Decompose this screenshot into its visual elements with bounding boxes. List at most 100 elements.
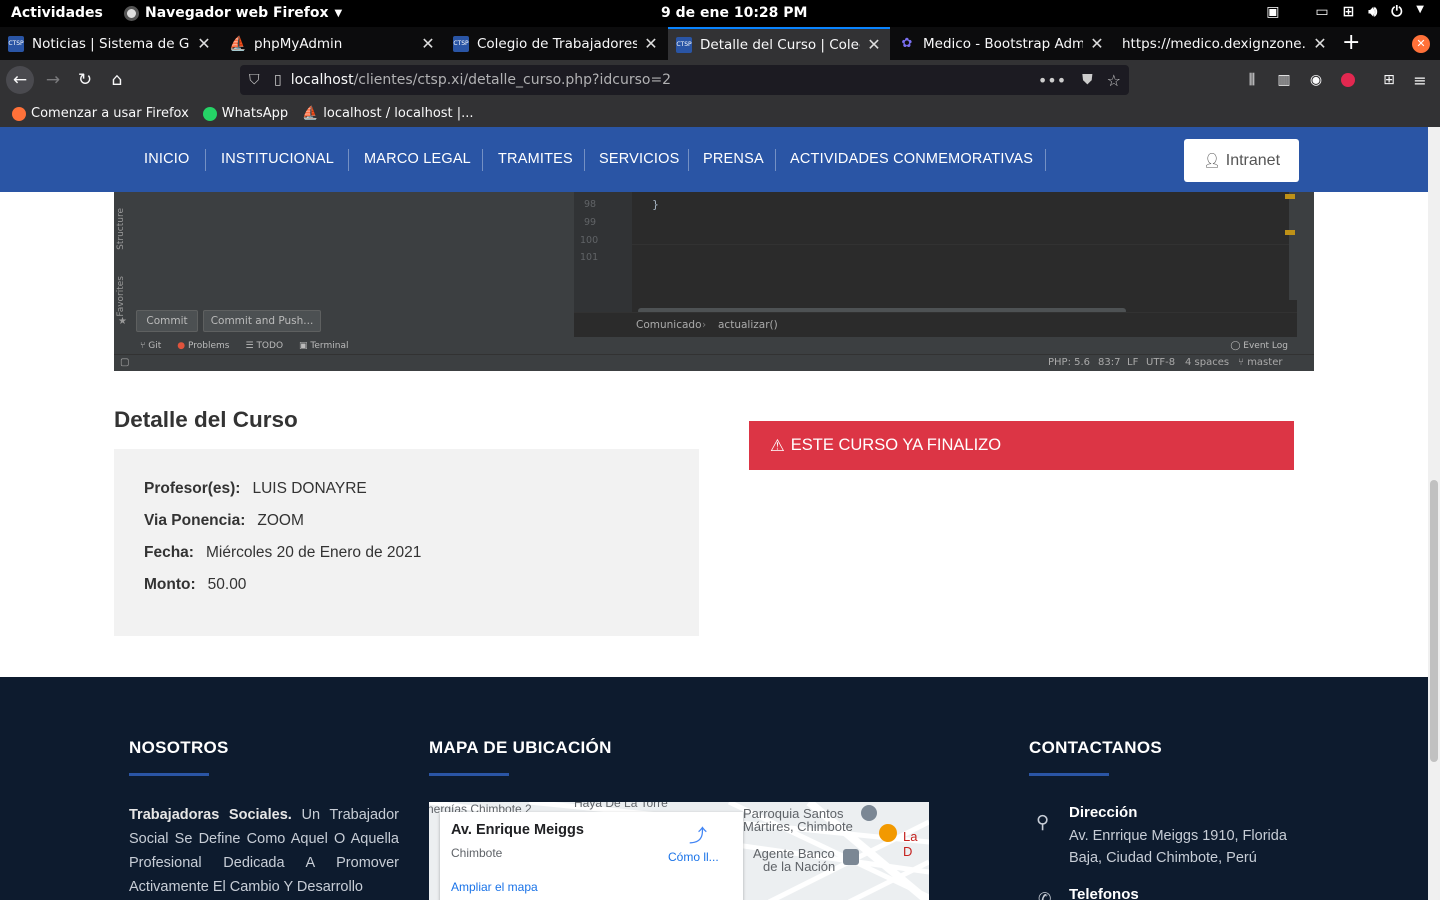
field-value: ZOOM xyxy=(257,512,304,529)
dexignzone-favicon-icon: ✿ xyxy=(901,36,913,51)
new-tab-icon[interactable]: + xyxy=(1342,30,1360,55)
ide-tool-terminal: ▣ Terminal xyxy=(299,340,349,351)
restaurant-icon xyxy=(879,824,897,842)
more-actions-icon[interactable]: ••• xyxy=(1038,71,1066,90)
close-icon[interactable]: ✕ xyxy=(866,35,882,54)
tab-medico-url[interactable]: https://medico.dexignzone.co ✕ xyxy=(1114,27,1336,60)
course-finished-alert: ⚠ ESTE CURSO YA FINALIZO xyxy=(749,421,1294,470)
ide-code-brace: } xyxy=(652,198,659,211)
nav-prensa[interactable]: PRENSA xyxy=(703,151,764,167)
network-icon: ⊞ xyxy=(1342,4,1355,20)
intranet-label: Intranet xyxy=(1225,151,1281,169)
map-place-city: Chimbote xyxy=(451,846,503,860)
reload-icon[interactable]: ↻ xyxy=(71,66,99,94)
bookmark-star-icon[interactable]: ☆ xyxy=(1107,71,1121,90)
ide-tool-todo: ☰ TODO xyxy=(245,340,284,351)
whatsapp-icon xyxy=(202,106,217,121)
forward-arrow-icon[interactable]: → xyxy=(39,66,67,94)
pocket-icon[interactable]: ⛊ xyxy=(1082,72,1093,88)
library-icon[interactable]: ⫼ xyxy=(1238,66,1266,94)
user-icon: 👤︎ xyxy=(1202,152,1221,168)
footer-map-title: MAPA DE UBICACIÓN xyxy=(429,738,612,757)
bookmark-firefox[interactable]: Comenzar a usar Firefox xyxy=(12,106,189,121)
nav-servicios[interactable]: SERVICIOS xyxy=(599,151,680,167)
contact-address: Av. Enrrique Meiggs 1910, Florida Baja, … xyxy=(1069,828,1287,866)
about-bold: Trabajadoras Sociales. xyxy=(129,807,292,823)
intranet-button[interactable]: 👤︎ Intranet xyxy=(1184,139,1299,182)
bookmark-localhost[interactable]: ⛵ localhost / localhost |... xyxy=(302,106,473,121)
ide-line-number: 98 xyxy=(584,199,597,210)
page-info-icon[interactable]: ▯ xyxy=(274,72,282,88)
screen-icon[interactable]: ▣ xyxy=(1266,4,1279,20)
nav-actividades[interactable]: ACTIVIDADES CONMEMORATIVAS xyxy=(790,151,1033,167)
nav-inicio[interactable]: INICIO xyxy=(144,151,190,167)
course-detail-card: Profesor(es): LUIS DONAYRE Via Ponencia: Z… xyxy=(114,449,699,636)
activities-button[interactable]: Actividades xyxy=(11,5,103,21)
directions-icon[interactable]: ⤴ xyxy=(689,822,707,848)
map-enlarge-link[interactable]: Ampliar el mapa xyxy=(451,880,538,894)
map-pin-icon xyxy=(861,805,877,821)
ide-commit-panel xyxy=(133,192,574,337)
location-pin-icon: ⚲ xyxy=(1036,812,1050,832)
ide-line-number: 101 xyxy=(580,252,599,263)
url-path: /clientes/ctsp.xi/detalle_curso.php?idcu… xyxy=(353,72,672,88)
field-label: Profesor(es): xyxy=(144,480,241,497)
sidebar-icon[interactable]: ▥ xyxy=(1270,66,1298,94)
tab-medico[interactable]: ✿ Medico - Bootstrap Admin ✕ xyxy=(891,27,1113,60)
nav-tramites[interactable]: TRAMITES xyxy=(498,151,573,167)
location-map[interactable]: nergías Chimbote 2 Haya De La Torre Parr… xyxy=(429,802,929,900)
ide-status-position: 83:7 xyxy=(1098,357,1121,368)
page-scrollbar-thumb[interactable] xyxy=(1430,480,1438,762)
map-label: Mártires, Chimbote xyxy=(743,819,853,834)
map-directions-link[interactable]: Cómo ll... xyxy=(668,850,719,864)
ide-warning-marker xyxy=(1285,194,1295,199)
ide-status-bar: ▢ PHP: 5.6 83:7 LF UTF-8 4 spaces ⑂ mast… xyxy=(114,354,1314,371)
ide-side-strip: Structure Favorites ★ xyxy=(114,192,133,337)
chevron-down-icon: ▼ xyxy=(1416,4,1424,15)
tab-phpmyadmin[interactable]: ⛵ phpMyAdmin ✕ xyxy=(222,27,444,60)
close-icon[interactable]: ✕ xyxy=(1089,34,1105,53)
close-icon[interactable]: ✕ xyxy=(643,34,659,53)
tab-colegio[interactable]: CTSP Colegio de Trabajadores So ✕ xyxy=(445,27,667,60)
ide-editor xyxy=(574,192,1297,312)
extensions-icon[interactable]: ⊞ xyxy=(1375,66,1403,94)
page-viewport: Structure Favorites ★ Commit Commit and … xyxy=(0,127,1428,900)
tab-label: Colegio de Trabajadores So xyxy=(477,35,637,52)
shield-icon[interactable]: ⛉ xyxy=(249,72,265,88)
ide-event-log: ◯ Event Log xyxy=(1230,340,1288,351)
close-icon[interactable]: ✕ xyxy=(196,34,212,53)
menu-icon[interactable]: ≡ xyxy=(1406,66,1434,94)
map-label: de la Nación xyxy=(763,859,836,874)
ide-crumb: Comunicado xyxy=(636,319,702,331)
power-icon: ⏻ xyxy=(1391,4,1403,20)
bookmark-whatsapp[interactable]: WhatsApp xyxy=(202,106,288,121)
clock[interactable]: 9 de ene 10:28 PM xyxy=(661,5,807,21)
tab-noticias[interactable]: CTSP Noticias | Sistema de Gesti ✕ xyxy=(0,27,220,60)
tab-detalle-curso[interactable]: CTSP Detalle del Curso | Colegio ✕ xyxy=(668,27,890,60)
ide-breadcrumb: Comunicado › actualizar() xyxy=(574,312,1297,337)
nav-marco-legal[interactable]: MARCO LEGAL xyxy=(364,151,471,167)
account-icon[interactable]: ◉ xyxy=(1302,66,1330,94)
ide-line-number: 99 xyxy=(584,217,597,228)
close-icon[interactable]: ✕ xyxy=(1312,34,1328,53)
star-icon: ★ xyxy=(118,316,127,327)
close-window-icon[interactable]: ✕ xyxy=(1412,35,1430,53)
app-menu[interactable]: Navegador web Firefox ▼ xyxy=(124,5,342,21)
tab-label: Medico - Bootstrap Admin xyxy=(923,35,1083,52)
nav-institucional[interactable]: INSTITUCIONAL xyxy=(221,151,334,167)
chevron-down-icon: ▼ xyxy=(334,7,343,19)
ctsp-favicon-icon: CTSP xyxy=(676,36,692,53)
url-bar[interactable]: ⛉ ▯ localhost/clientes/ctsp.xi/detalle_c… xyxy=(240,65,1129,95)
back-arrow-icon[interactable]: ← xyxy=(6,66,34,94)
extension-lock-icon[interactable] xyxy=(1334,66,1362,94)
home-icon[interactable]: ⌂ xyxy=(103,66,131,94)
close-icon[interactable]: ✕ xyxy=(420,34,436,53)
page-title: Detalle del Curso xyxy=(114,407,298,432)
field-value: Miércoles 20 de Enero de 2021 xyxy=(205,544,422,561)
system-tray[interactable]: ▣ ▭ ⊞ 🔊︎ ⏻ ▼ xyxy=(1266,4,1424,20)
firefox-icon xyxy=(12,106,26,121)
ide-tool-problems: ● Problems xyxy=(177,340,230,351)
phone-icon: ✆ xyxy=(1038,891,1052,900)
app-name: Navegador web Firefox xyxy=(145,5,329,21)
footer-about-text: Trabajadoras Sociales. Un Trabajador Soc… xyxy=(129,803,399,899)
